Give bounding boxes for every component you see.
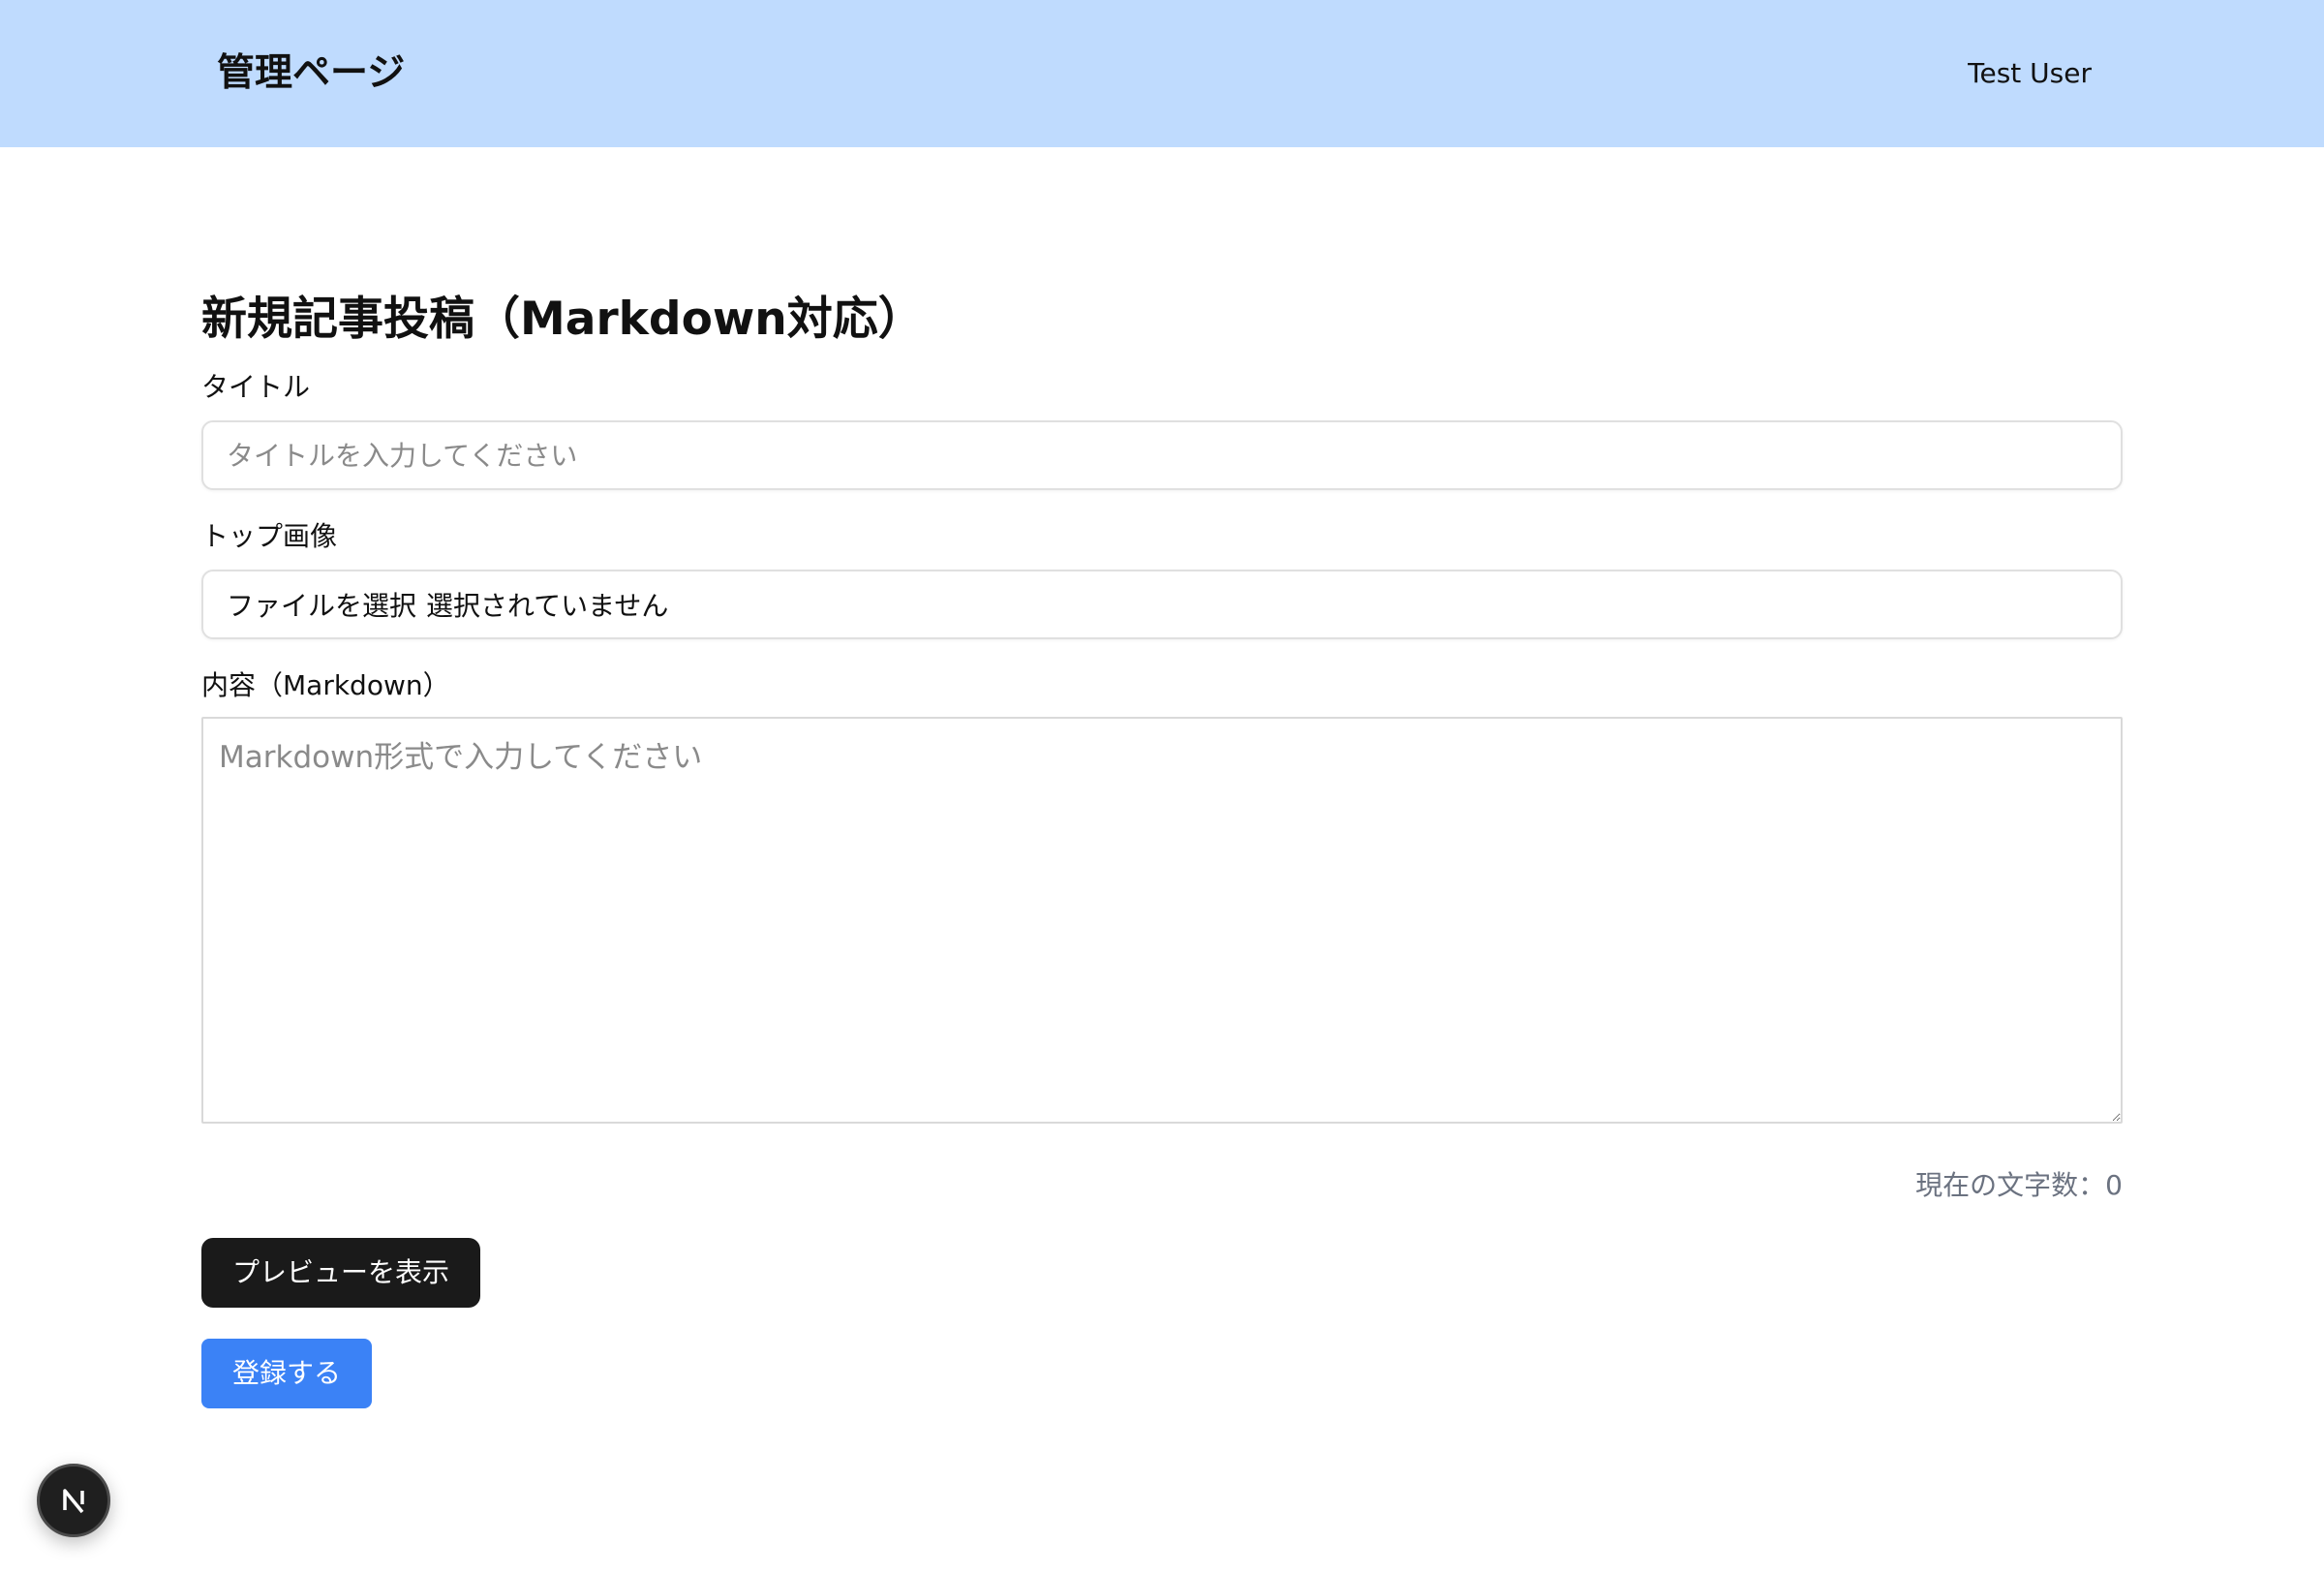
- page-title: 新規記事投稿（Markdown対応）: [201, 293, 924, 346]
- content-textarea[interactable]: [201, 717, 2123, 1124]
- char-count: 現在の文字数：0: [1915, 1169, 2123, 1201]
- file-status-text: 選択されていません: [426, 590, 669, 622]
- user-name[interactable]: Test User: [1968, 52, 2092, 95]
- nextjs-dev-indicator[interactable]: [37, 1464, 110, 1537]
- preview-button-row: プレビューを表示: [201, 1205, 2123, 1308]
- submit-button[interactable]: 登録する: [201, 1339, 373, 1408]
- title-input[interactable]: [201, 420, 2123, 490]
- submit-button-row: 登録する: [201, 1308, 2123, 1408]
- nextjs-logo-icon: [63, 1489, 84, 1514]
- title-label: タイトル: [201, 371, 311, 403]
- app-header: 管理ページ Test User: [0, 0, 2324, 147]
- top-image-file-input[interactable]: ファイルを選択 選択されていません: [201, 570, 2123, 639]
- top-image-label: トップ画像: [201, 520, 338, 552]
- header-title: 管理ページ: [217, 51, 406, 95]
- preview-button[interactable]: プレビューを表示: [201, 1238, 481, 1308]
- content-label: 内容（Markdown）: [201, 669, 450, 701]
- new-post-form: 新規記事投稿（Markdown対応） タイトル トップ画像 ファイルを選択 選択…: [201, 287, 2123, 1408]
- choose-file-button[interactable]: ファイルを選択: [227, 585, 416, 624]
